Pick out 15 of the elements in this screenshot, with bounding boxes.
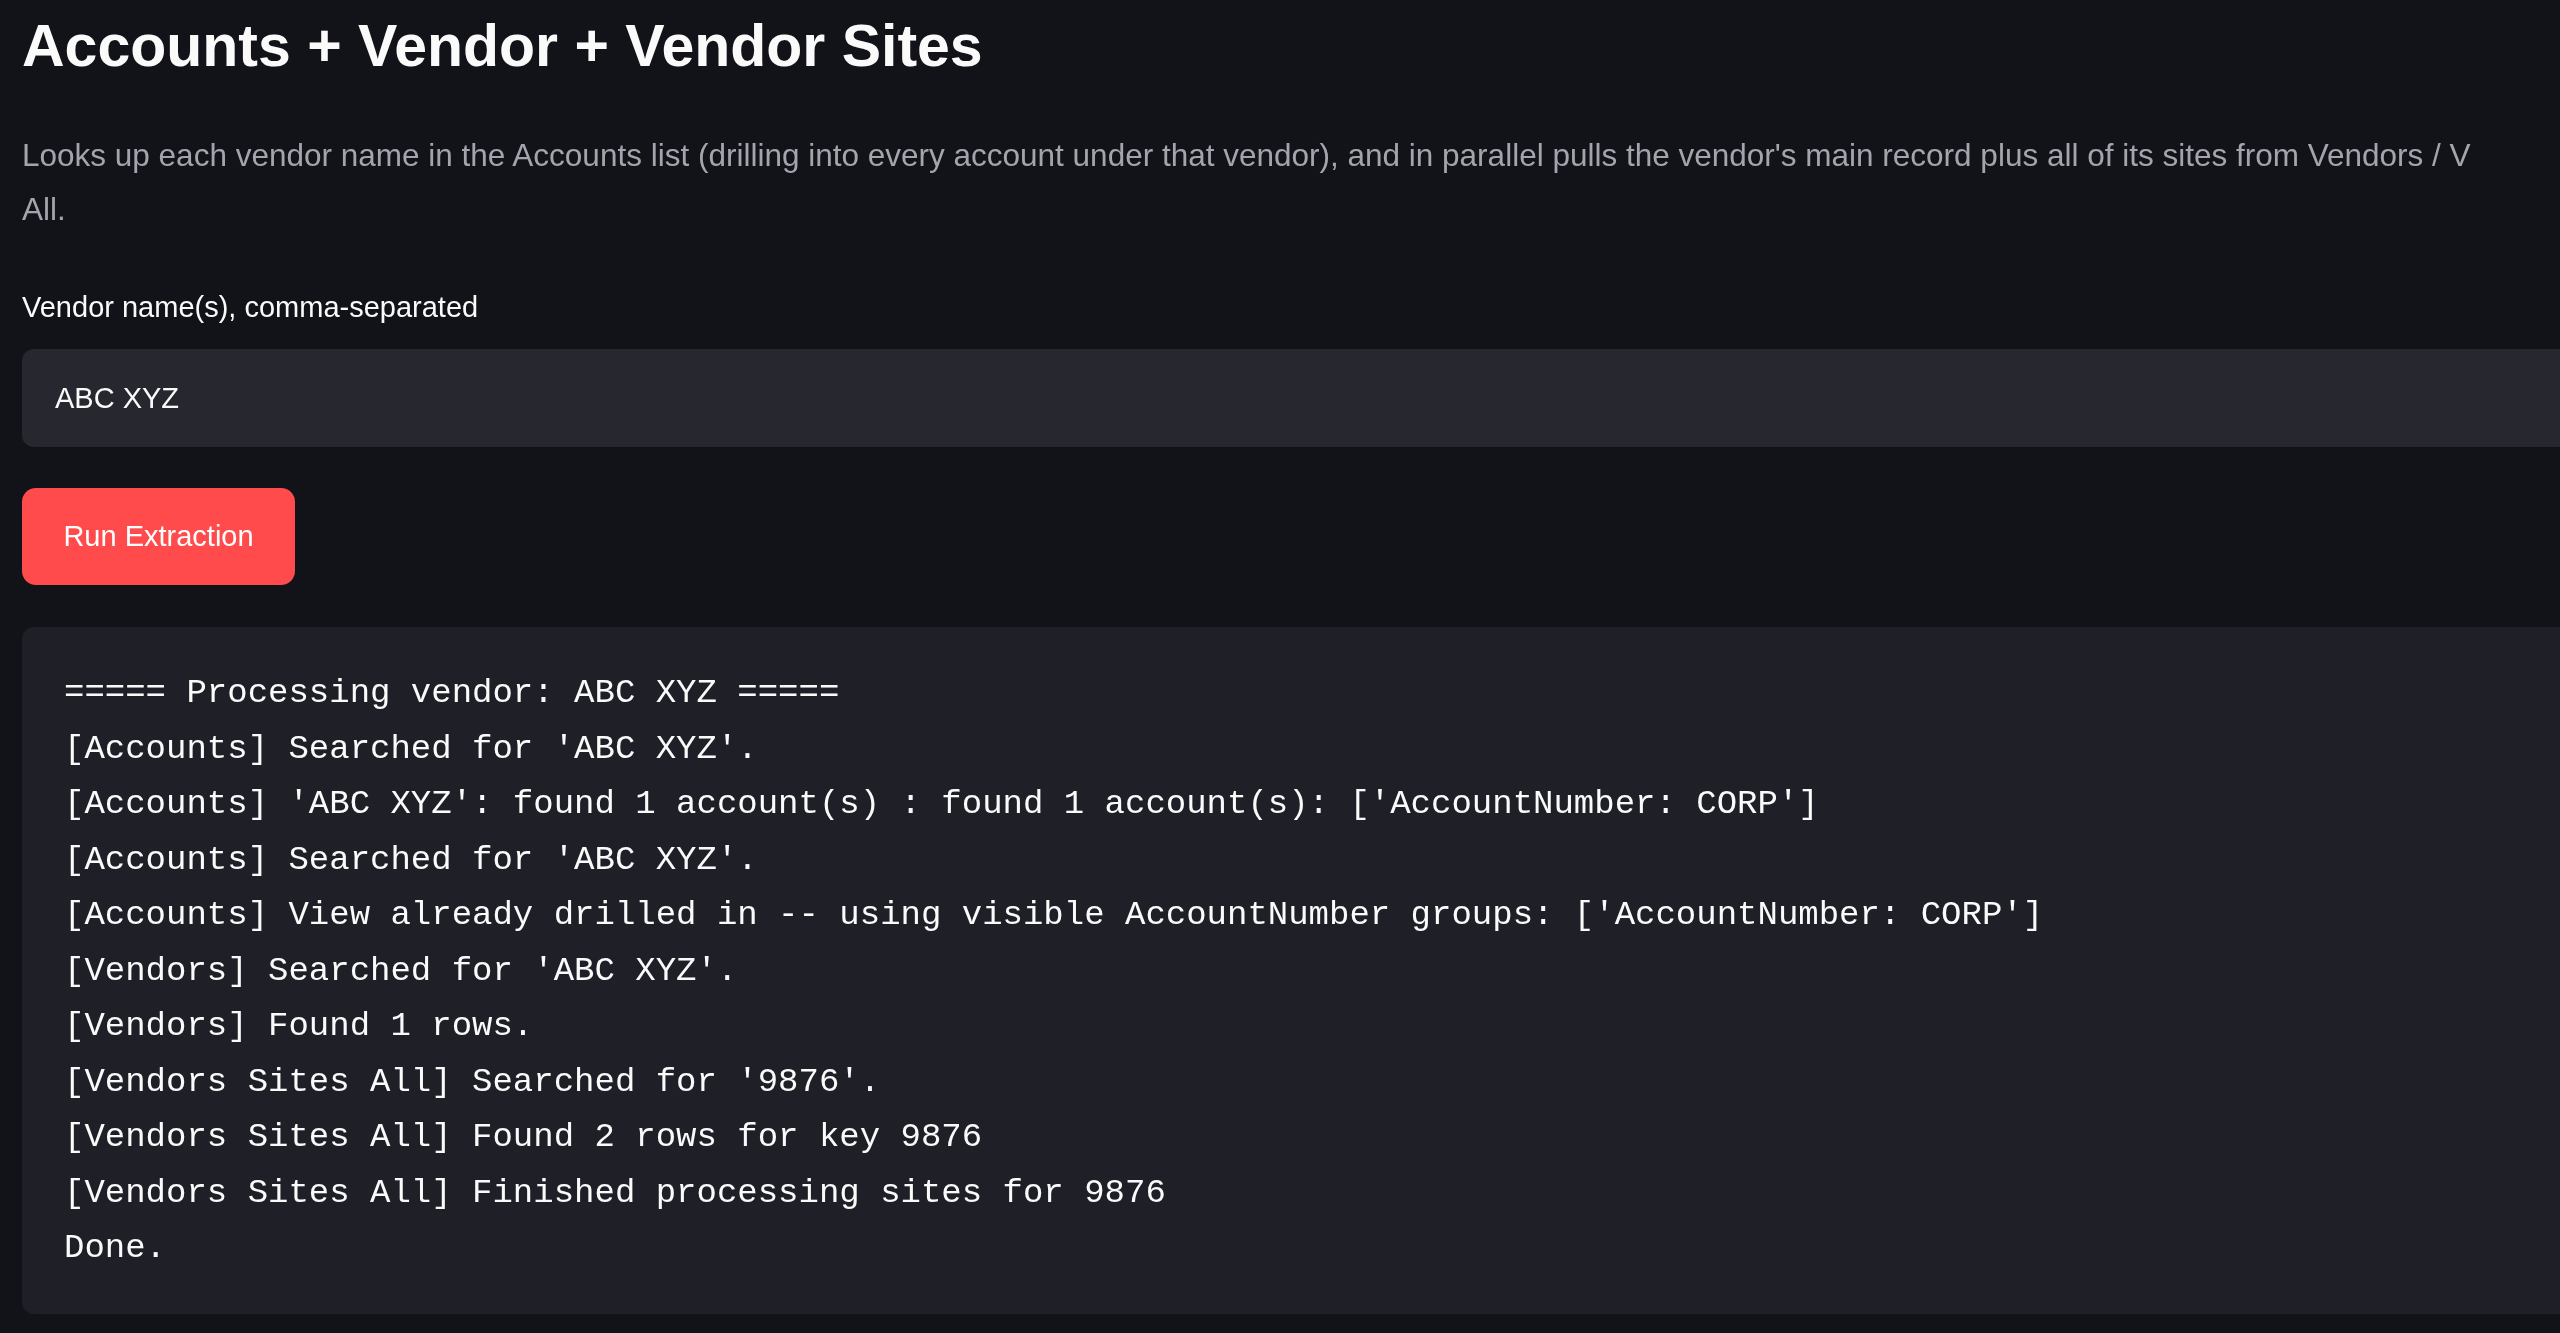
log-line: [Accounts] 'ABC XYZ': found 1 account(s) : found 1 account(s): ['AccountNumber: CORP'] — [64, 784, 1819, 825]
log-line: [Vendors Sites All] Finished processing sites for 9876 — [64, 1172, 1166, 1214]
log-line: [Vendors] Searched for 'ABC XYZ'. — [64, 950, 738, 992]
log-line: [Accounts] Searched for 'ABC XYZ'. — [64, 728, 758, 770]
log-line: [Accounts] View already drilled in -- using visible AccountNumber groups: ['AccountNumber: CORP'] — [64, 895, 2044, 936]
vendor-name-input[interactable]: ABC XYZ — [22, 349, 2560, 447]
log-line: [Vendors Sites All] Found 2 rows for key 9876 — [64, 1117, 983, 1158]
log-line: [Accounts] Searched for 'ABC XYZ'. — [64, 839, 758, 881]
description-text: Looks up each vendor name in the Accounts list (drilling into every account under that vendor), and in parallel pulls the vendor's main record plus all of its sites from Vendors / V All. — [22, 136, 2471, 229]
log-line: [Vendors Sites All] Searched for '9876'. — [64, 1061, 881, 1103]
log-line: ===== Processing vendor: ABC XYZ ===== — [64, 673, 840, 714]
log-line: [Vendors] Found 1 rows. — [64, 1006, 534, 1047]
log-line: Done. — [64, 1228, 167, 1269]
page-title: Accounts + Vendor + Vendor Sites — [22, 12, 983, 81]
field-label: Vendor name(s), comma-separated — [22, 290, 479, 325]
